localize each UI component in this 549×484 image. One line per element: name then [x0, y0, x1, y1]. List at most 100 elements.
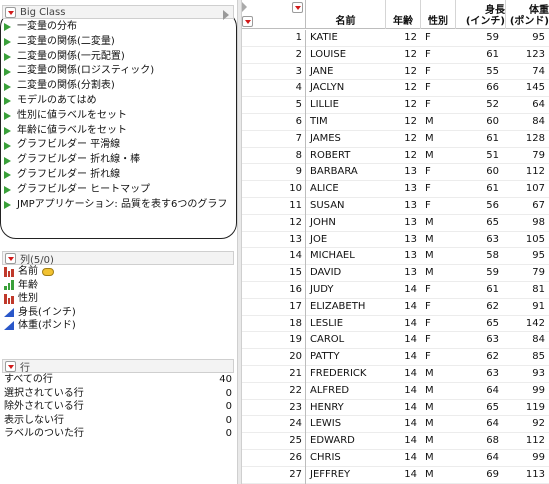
cell-height[interactable]: 62: [456, 349, 506, 366]
cell-name[interactable]: TIM: [306, 114, 386, 131]
cell-height[interactable]: 59: [456, 30, 506, 47]
cell-height[interactable]: 63: [456, 366, 506, 383]
cell-weight[interactable]: 93: [506, 366, 549, 383]
cell-weight[interactable]: 112: [506, 433, 549, 450]
table-row[interactable]: 22 ALFRED 14 M 64 99: [242, 382, 549, 400]
table-row[interactable]: 8 ROBERT 12 M 51 79: [242, 147, 549, 165]
cell-weight[interactable]: 142: [506, 316, 549, 333]
cell-weight[interactable]: 74: [506, 64, 549, 81]
cell-age[interactable]: 13: [386, 198, 421, 215]
table-row[interactable]: 15 DAVID 13 M 59 79: [242, 265, 549, 282]
cell-height[interactable]: 64: [456, 383, 506, 400]
cell-weight[interactable]: 119: [506, 400, 549, 417]
cell-name[interactable]: JEFFREY: [306, 467, 386, 484]
cell-sex[interactable]: M: [421, 400, 456, 417]
run-script-icon[interactable]: [4, 141, 11, 150]
cell-sex[interactable]: M: [421, 467, 456, 484]
run-script-icon[interactable]: [4, 23, 11, 32]
row-number[interactable]: 1: [242, 30, 306, 47]
table-row[interactable]: 9 BARBARA 13 F 60 112: [242, 164, 549, 182]
row-number[interactable]: 22: [242, 382, 306, 400]
row-number[interactable]: 9: [242, 164, 306, 182]
cell-age[interactable]: 13: [386, 265, 421, 282]
table-row[interactable]: 19 CAROL 14 F 63 84: [242, 332, 549, 350]
row-number[interactable]: 27: [242, 466, 306, 484]
cell-sex[interactable]: F: [421, 332, 456, 349]
table-row[interactable]: 7 JAMES 12 M 61 128: [242, 130, 549, 148]
run-script-icon[interactable]: [4, 38, 11, 47]
cell-name[interactable]: JOHN: [306, 215, 386, 232]
table-row[interactable]: 5 LILLIE 12 F 52 64: [242, 97, 549, 114]
table-row[interactable]: 17 ELIZABETH 14 F 62 91: [242, 298, 549, 316]
cell-weight[interactable]: 98: [506, 215, 549, 232]
header-age[interactable]: 年齢: [386, 0, 421, 29]
row-number[interactable]: 24: [242, 416, 306, 434]
table-row[interactable]: 25 EDWARD 14 M 68 112: [242, 433, 549, 450]
cell-age[interactable]: 14: [386, 366, 421, 383]
cell-height[interactable]: 65: [456, 400, 506, 417]
row-number[interactable]: 13: [242, 231, 306, 249]
row-number[interactable]: 8: [242, 147, 306, 165]
cell-age[interactable]: 13: [386, 248, 421, 265]
cell-age[interactable]: 12: [386, 47, 421, 64]
cell-height[interactable]: 68: [456, 433, 506, 450]
row-number[interactable]: 25: [242, 433, 306, 450]
cell-age[interactable]: 12: [386, 64, 421, 81]
table-row[interactable]: 24 LEWIS 14 M 64 92: [242, 416, 549, 434]
cell-height[interactable]: 58: [456, 248, 506, 265]
row-number[interactable]: 26: [242, 449, 306, 467]
cell-age[interactable]: 14: [386, 332, 421, 349]
cell-name[interactable]: JOE: [306, 232, 386, 249]
cell-sex[interactable]: F: [421, 349, 456, 366]
cell-height[interactable]: 64: [456, 450, 506, 467]
cell-sex[interactable]: M: [421, 433, 456, 450]
cell-height[interactable]: 64: [456, 416, 506, 433]
row-number[interactable]: 2: [242, 46, 306, 64]
table-row[interactable]: 16 JUDY 14 F 61 81: [242, 281, 549, 299]
cell-height[interactable]: 59: [456, 265, 506, 282]
run-script-icon[interactable]: [4, 156, 11, 165]
cell-age[interactable]: 12: [386, 114, 421, 131]
run-script-icon[interactable]: [4, 112, 11, 121]
cell-name[interactable]: ELIZABETH: [306, 299, 386, 316]
cell-height[interactable]: 62: [456, 299, 506, 316]
run-script-icon[interactable]: [4, 67, 11, 76]
table-row[interactable]: 11 SUSAN 13 F 56 67: [242, 197, 549, 215]
row-number[interactable]: 10: [242, 181, 306, 198]
row-number[interactable]: 16: [242, 281, 306, 299]
cell-age[interactable]: 12: [386, 30, 421, 47]
table-row[interactable]: 20 PATTY 14 F 62 85: [242, 349, 549, 366]
cell-age[interactable]: 13: [386, 181, 421, 198]
cell-name[interactable]: ALICE: [306, 181, 386, 198]
table-row[interactable]: 27 JEFFREY 14 M 69 113: [242, 466, 549, 484]
cell-height[interactable]: 61: [456, 181, 506, 198]
row-number[interactable]: 20: [242, 349, 306, 366]
cell-sex[interactable]: F: [421, 282, 456, 299]
table-script-item[interactable]: グラフビルダー ヒートマップ: [4, 183, 236, 198]
table-script-item[interactable]: 一変量の分布: [4, 20, 236, 35]
row-number[interactable]: 4: [242, 80, 306, 98]
run-script-icon[interactable]: [4, 200, 11, 209]
cell-age[interactable]: 13: [386, 164, 421, 181]
cell-age[interactable]: 14: [386, 450, 421, 467]
cell-name[interactable]: CAROL: [306, 332, 386, 349]
table-script-item[interactable]: グラフビルダー 折れ線: [4, 168, 236, 183]
cell-name[interactable]: LILLIE: [306, 97, 386, 114]
cell-sex[interactable]: M: [421, 114, 456, 131]
cell-sex[interactable]: M: [421, 383, 456, 400]
cell-sex[interactable]: M: [421, 232, 456, 249]
row-number[interactable]: 21: [242, 365, 306, 383]
cell-name[interactable]: FREDERICK: [306, 366, 386, 383]
row-number[interactable]: 11: [242, 197, 306, 215]
cell-name[interactable]: JACLYN: [306, 80, 386, 97]
table-script-item[interactable]: グラフビルダー 平滑線: [4, 138, 236, 153]
cell-age[interactable]: 14: [386, 383, 421, 400]
cell-age[interactable]: 14: [386, 467, 421, 484]
cell-sex[interactable]: M: [421, 131, 456, 148]
cell-name[interactable]: LESLIE: [306, 316, 386, 333]
cell-sex[interactable]: M: [421, 450, 456, 467]
cell-age[interactable]: 14: [386, 282, 421, 299]
cell-name[interactable]: BARBARA: [306, 164, 386, 181]
table-row[interactable]: 6 TIM 12 M 60 84: [242, 113, 549, 131]
cell-name[interactable]: ROBERT: [306, 148, 386, 165]
